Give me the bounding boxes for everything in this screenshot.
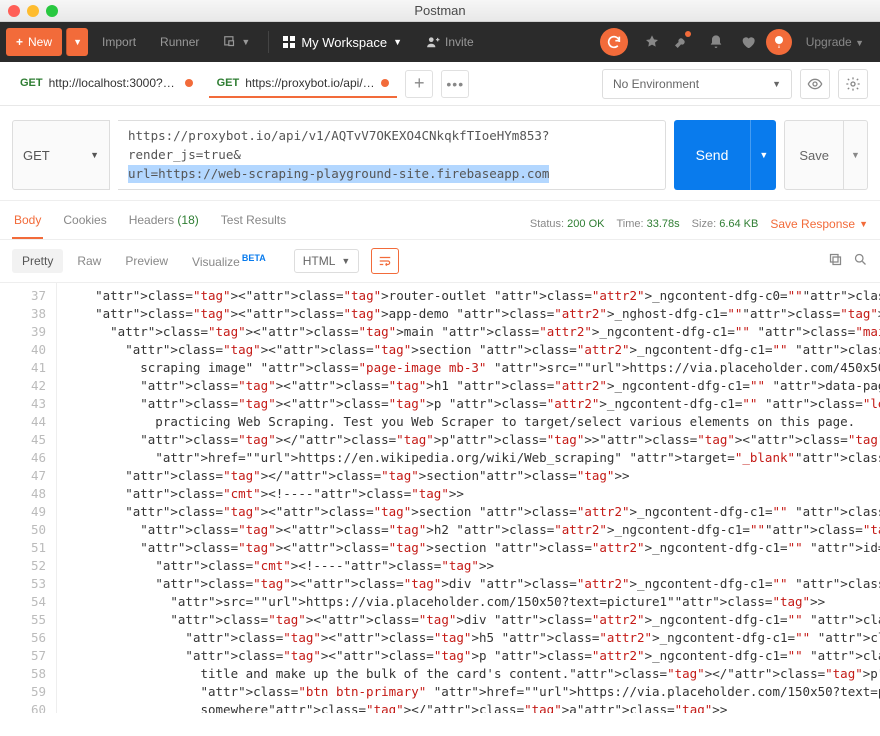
environment-selector[interactable]: No Environment▼: [602, 69, 792, 99]
view-visualize[interactable]: VisualizeBETA: [182, 248, 276, 274]
environment-label: No Environment: [613, 77, 699, 91]
code-content[interactable]: "attr">class="tag"><"attr">class="tag">r…: [56, 283, 880, 713]
tab-method: GET: [20, 77, 43, 89]
import-button[interactable]: Import: [92, 28, 146, 56]
balloon-icon: [771, 34, 787, 50]
send-button[interactable]: Send: [674, 120, 751, 190]
workspace-label: My Workspace: [301, 35, 387, 50]
tab-label: http://localhost:3000?url=https:...: [49, 76, 179, 90]
tab-headers[interactable]: Headers (18): [127, 209, 201, 239]
status-size: 6.64 KB: [719, 218, 758, 230]
status-time: 33.78s: [647, 218, 680, 230]
url-text-line1: https://proxybot.io/api/v1/AQTvV7OKEXO4C…: [128, 127, 549, 146]
view-raw[interactable]: Raw: [67, 249, 111, 273]
open-new-icon[interactable]: ▼: [213, 28, 260, 56]
upgrade-button[interactable]: Upgrade ▼: [796, 35, 874, 49]
copy-button[interactable]: [828, 252, 843, 270]
request-tab-1[interactable]: GET https://proxybot.io/api/v1/AQT...: [209, 70, 398, 98]
search-button[interactable]: [853, 252, 868, 270]
copy-icon: [828, 252, 843, 267]
titlebar: Postman: [0, 0, 880, 22]
tab-method: GET: [217, 77, 240, 89]
invite-icon: [426, 35, 440, 49]
tab-body[interactable]: Body: [12, 209, 43, 239]
wrench-icon[interactable]: [670, 34, 698, 50]
response-body[interactable]: 3738394041424344454647484950515253545556…: [0, 283, 880, 713]
method-label: GET: [23, 148, 50, 163]
wrap-lines-button[interactable]: [371, 248, 399, 274]
url-text-selected: url=https://web-scraping-playground-site…: [128, 165, 549, 184]
workspace-selector[interactable]: My Workspace ▼: [283, 35, 402, 50]
add-tab-button[interactable]: +: [405, 70, 433, 98]
status-code: 200 OK: [567, 218, 604, 230]
environment-settings-button[interactable]: [838, 69, 868, 99]
runner-button[interactable]: Runner: [150, 28, 209, 56]
bell-icon[interactable]: [702, 34, 730, 50]
response-status: Status: 200 OK Time: 33.78s Size: 6.64 K…: [530, 217, 868, 231]
method-selector[interactable]: GET▼: [12, 120, 110, 190]
wrap-icon: [378, 254, 392, 268]
new-button-label: New: [28, 35, 52, 49]
tab-label: https://proxybot.io/api/v1/AQT...: [245, 76, 375, 90]
view-preview[interactable]: Preview: [115, 249, 178, 273]
unsaved-indicator-icon: [381, 79, 389, 87]
heart-icon[interactable]: [734, 34, 762, 50]
save-button[interactable]: Save: [784, 120, 844, 190]
save-dropdown-button[interactable]: ▼: [844, 120, 868, 190]
request-bar: GET▼ https://proxybot.io/api/v1/AQTvV7OK…: [0, 106, 880, 201]
body-view-tabs: Pretty Raw Preview VisualizeBETA HTML▼: [0, 240, 880, 283]
tab-test-results[interactable]: Test Results: [219, 209, 288, 239]
view-pretty[interactable]: Pretty: [12, 249, 63, 273]
send-dropdown-button[interactable]: ▼: [750, 120, 776, 190]
workspace-icon: [283, 36, 295, 48]
search-icon: [853, 252, 868, 267]
request-tab-0[interactable]: GET http://localhost:3000?url=https:...: [12, 70, 201, 98]
url-input[interactable]: https://proxybot.io/api/v1/AQTvV7OKEXO4C…: [118, 120, 666, 190]
save-response-button[interactable]: Save Response ▼: [770, 217, 868, 231]
window-title: Postman: [0, 3, 880, 18]
user-avatar[interactable]: [766, 29, 792, 55]
environment-preview-button[interactable]: [800, 69, 830, 99]
tab-cookies[interactable]: Cookies: [61, 209, 108, 239]
invite-label: Invite: [445, 35, 474, 49]
response-tabs: Body Cookies Headers (18) Test Results S…: [0, 201, 880, 240]
sync-button[interactable]: [600, 28, 628, 56]
gear-icon: [845, 76, 861, 92]
line-gutter: 3738394041424344454647484950515253545556…: [0, 283, 56, 713]
sync-icon: [606, 34, 622, 50]
request-tabs-row: GET http://localhost:3000?url=https:... …: [0, 62, 880, 106]
satellite-icon[interactable]: [638, 34, 666, 50]
main-toolbar: +New ▼ Import Runner ▼ My Workspace ▼ In…: [0, 22, 880, 62]
tab-options-button[interactable]: •••: [441, 70, 469, 98]
new-dropdown-button[interactable]: ▼: [66, 28, 88, 56]
new-button[interactable]: +New: [6, 28, 62, 56]
language-selector[interactable]: HTML▼: [294, 249, 360, 273]
unsaved-indicator-icon: [185, 79, 193, 87]
url-text-line2a: render_js=true&: [128, 146, 241, 165]
invite-button[interactable]: Invite: [416, 28, 484, 56]
eye-icon: [807, 76, 823, 92]
